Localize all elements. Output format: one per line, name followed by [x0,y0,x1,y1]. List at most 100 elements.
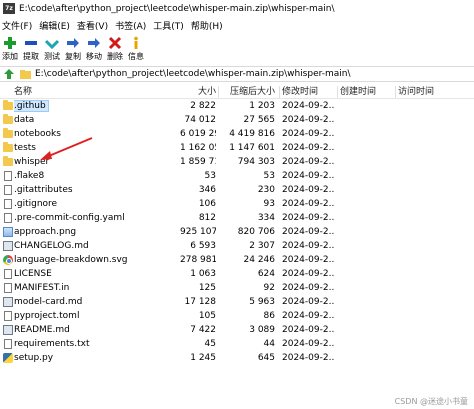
file-name: tests [14,143,36,153]
file-list: .github 2 822 1 203 2024-09-2... data 74… [0,99,474,365]
add-button[interactable]: 添加 [0,34,20,64]
extract-label: 提取 [23,52,39,61]
file-row[interactable]: CHANGELOG.md 6 593 2 307 2024-09-2... [0,239,474,253]
info-icon [129,36,143,50]
file-row[interactable]: requirements.txt 45 44 2024-09-2... [0,337,474,351]
header-accessed[interactable]: 访问时间 [398,85,458,99]
chrome-icon [3,255,13,265]
file-size: 53 [204,171,216,181]
file-row[interactable]: .gitattributes 346 230 2024-09-2... [0,183,474,197]
file-packed-size: 645 [257,353,275,363]
file-name: requirements.txt [14,339,90,349]
file-modified: 2024-09-2... [282,199,334,209]
file-icon [3,213,13,223]
file-row[interactable]: .gitignore 106 93 2024-09-2... [0,197,474,211]
file-row[interactable]: .flake8 53 53 2024-09-2... [0,169,474,183]
file-row[interactable]: LICENSE 1 063 624 2024-09-2... [0,267,474,281]
file-row[interactable]: model-card.md 17 128 5 963 2024-09-2... [0,295,474,309]
file-modified: 2024-09-2... [282,101,334,111]
path-input[interactable]: E:\code\after\python_project\leetcode\wh… [35,69,351,79]
file-size: 1 063 [190,269,216,279]
column-divider[interactable] [218,86,219,98]
file-name: data [14,115,35,125]
file-modified: 2024-09-2... [282,185,334,195]
file-packed-size: 86 [263,311,275,321]
file-modified: 2024-09-2... [282,311,334,321]
menu-tools[interactable]: 工具(T) [153,19,189,32]
file-name: .flake8 [14,171,45,181]
file-size: 1 162 057 [180,143,216,153]
file-modified: 2024-09-2... [282,339,334,349]
minus-icon [24,36,38,50]
file-size: 74 012 [184,115,217,125]
file-icon [3,311,13,321]
extract-button[interactable]: 提取 [21,34,41,64]
header-modified[interactable]: 修改时间 [282,85,334,99]
test-button[interactable]: 测试 [42,34,62,64]
menu-help[interactable]: 帮助(H) [191,19,228,32]
column-divider[interactable] [395,86,396,98]
add-label: 添加 [2,52,18,61]
file-icon [3,269,13,279]
file-modified: 2024-09-2... [282,171,334,181]
file-packed-size: 53 [263,171,275,181]
title-bar: 7z E:\code\after\python_project\leetcode… [0,0,474,17]
up-folder-icon[interactable] [2,67,16,81]
file-packed-size: 230 [257,185,275,195]
file-row[interactable]: whisper 1 859 713 794 303 2024-09-2... [0,155,474,169]
file-modified: 2024-09-2... [282,213,334,223]
file-modified: 2024-09-2... [282,353,334,363]
file-packed-size: 334 [257,213,275,223]
window-title: E:\code\after\python_project\leetcode\wh… [19,3,335,14]
file-row[interactable]: setup.py 1 245 645 2024-09-2... [0,351,474,365]
copy-button[interactable]: 复制 [63,34,83,64]
file-modified: 2024-09-2... [282,269,334,279]
image-icon [3,227,13,237]
file-row[interactable]: .pre-commit-config.yaml 812 334 2024-09-… [0,211,474,225]
menu-bookmarks[interactable]: 书签(A) [115,19,151,32]
file-name: model-card.md [14,297,83,307]
file-size: 17 128 [184,297,217,307]
file-size: 6 019 292 [180,129,216,139]
column-divider[interactable] [337,86,338,98]
menu-view[interactable]: 查看(V) [77,19,113,32]
menu-file[interactable]: 文件(F) [2,19,37,32]
file-icon [3,185,13,195]
file-packed-size: 24 246 [243,255,276,265]
file-row[interactable]: approach.png 925 107 820 706 2024-09-2..… [0,225,474,239]
delete-label: 删除 [107,52,123,61]
file-row[interactable]: language-breakdown.svg 278 981 24 246 20… [0,253,474,267]
file-name: .pre-commit-config.yaml [14,213,125,223]
header-size[interactable]: 大小 [180,85,216,99]
menu-edit[interactable]: 编辑(E) [39,19,75,32]
file-size: 278 981 [180,255,216,265]
markdown-icon [3,325,13,335]
file-row[interactable]: notebooks 6 019 292 4 419 816 2024-09-2.… [0,127,474,141]
file-size: 106 [198,199,216,209]
file-name: setup.py [14,353,54,363]
file-row[interactable]: pyproject.toml 105 86 2024-09-2... [0,309,474,323]
file-row[interactable]: .github 2 822 1 203 2024-09-2... [0,99,474,113]
header-name[interactable]: 名称 [14,85,179,99]
file-packed-size: 44 [263,339,275,349]
file-modified: 2024-09-2... [282,143,334,153]
file-row[interactable]: MANIFEST.in 125 92 2024-09-2... [0,281,474,295]
header-packed-size[interactable]: 压缩后大小 [220,85,275,99]
file-size: 7 422 [190,325,216,335]
folder-icon [3,100,13,111]
menu-bar: 文件(F) 编辑(E) 查看(V) 书签(A) 工具(T) 帮助(H) [0,18,474,33]
file-row[interactable]: data 74 012 27 565 2024-09-2... [0,113,474,127]
file-row[interactable]: README.md 7 422 3 089 2024-09-2... [0,323,474,337]
file-icon [3,171,13,181]
move-button[interactable]: 移动 [84,34,104,64]
7zip-app-icon: 7z [3,3,15,14]
delete-button[interactable]: 删除 [105,34,125,64]
file-name: .github [14,100,49,112]
header-created[interactable]: 创建时间 [340,85,395,99]
info-button[interactable]: 信息 [126,34,146,64]
file-name: .gitattributes [14,185,73,195]
file-row[interactable]: tests 1 162 057 1 147 601 2024-09-2... [0,141,474,155]
file-packed-size: 27 565 [243,115,276,125]
move-label: 移动 [86,52,102,61]
column-divider[interactable] [279,86,280,98]
